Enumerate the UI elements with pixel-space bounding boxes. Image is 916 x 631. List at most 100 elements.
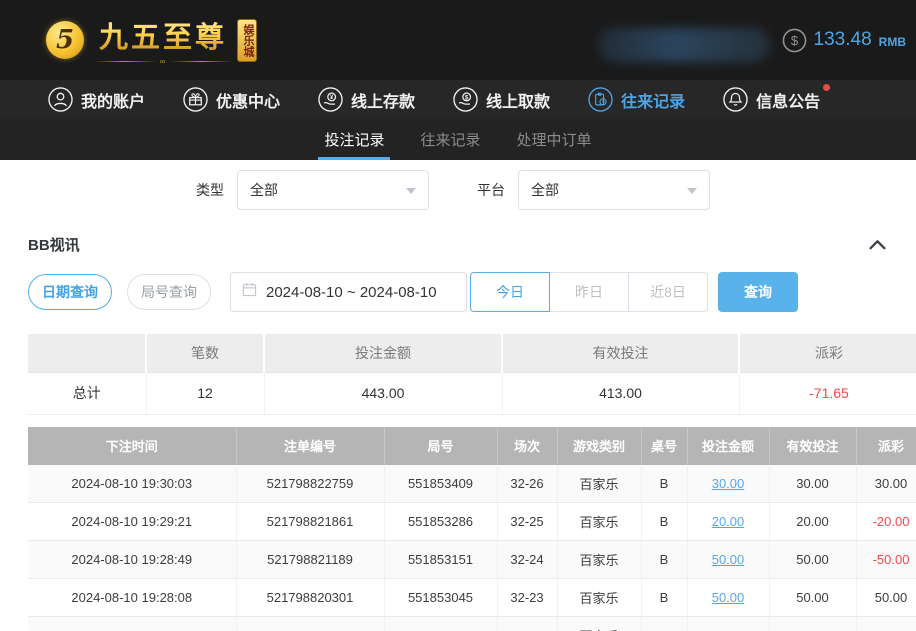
cell-game-type: 百家乐 bbox=[557, 541, 641, 579]
top-header: 5 九五至尊 ∞ 娱乐城 $ 133.48 RMB bbox=[0, 0, 916, 80]
cell-game-type: 百家乐 bbox=[557, 465, 641, 503]
cell-session: 32-24 bbox=[497, 541, 557, 579]
nav-label: 优惠中心 bbox=[216, 88, 280, 112]
cell-valid-bet: 50.00 bbox=[769, 579, 856, 617]
cell-round-no: 551853286 bbox=[384, 503, 497, 541]
cell-order-no: 521798821189 bbox=[236, 541, 384, 579]
cell-session: 32-25 bbox=[497, 503, 557, 541]
cell-bet-time: 2024-08-10 19:27:29 bbox=[28, 617, 236, 631]
section-title: BB视讯 bbox=[28, 234, 80, 255]
records-clipboard-icon bbox=[588, 87, 613, 112]
balance-currency: RMB bbox=[879, 35, 906, 49]
summary-header-bet-amount: 投注金额 bbox=[264, 334, 502, 372]
bet-amount-link[interactable]: 50.00 bbox=[712, 590, 745, 605]
nav-label: 信息公告 bbox=[756, 88, 820, 112]
nav-item-transaction-records[interactable]: 往来记录 bbox=[588, 87, 685, 112]
sub-tabs: 投注记录 往来记录 处理中订单 bbox=[0, 119, 916, 160]
col-round-no: 局号 bbox=[384, 427, 497, 465]
summary-header-count: 笔数 bbox=[146, 334, 264, 372]
records-table: 下注时间 注单编号 局号 场次 游戏类别 桌号 投注金额 有效投注 派彩 202… bbox=[28, 427, 916, 631]
record-row: 2024-08-10 19:28:08 521798820301 5518530… bbox=[28, 579, 916, 617]
cell-valid-bet: 63.00 bbox=[769, 617, 856, 631]
svg-text:$: $ bbox=[790, 33, 797, 48]
cell-session: 32-23 bbox=[497, 579, 557, 617]
tab-pending-orders[interactable]: 处理中订单 bbox=[511, 119, 598, 160]
balance[interactable]: $ 133.48 RMB bbox=[782, 0, 906, 80]
platform-filter-label: 平台 bbox=[477, 180, 505, 200]
today-button[interactable]: 今日 bbox=[470, 272, 550, 312]
record-row: 2024-08-10 19:30:03 521798822759 5518534… bbox=[28, 465, 916, 503]
platform-select-value: 全部 bbox=[531, 180, 559, 200]
records-table-wrap: 下注时间 注单编号 局号 场次 游戏类别 桌号 投注金额 有效投注 派彩 202… bbox=[28, 427, 916, 631]
summary-header-payout: 派彩 bbox=[739, 334, 916, 372]
nav-label: 往来记录 bbox=[621, 88, 685, 112]
cell-table-no: B bbox=[641, 579, 687, 617]
logo-flourish-icon: ∞ bbox=[93, 57, 233, 66]
cell-round-no: 551852937 bbox=[384, 617, 497, 631]
bet-amount-link[interactable]: 50.00 bbox=[712, 552, 745, 567]
cell-game-type: 百家乐 bbox=[557, 579, 641, 617]
bet-amount-link[interactable]: 30.00 bbox=[712, 476, 745, 491]
date-range-input[interactable]: 2024-08-10 ~ 2024-08-10 bbox=[230, 272, 467, 312]
withdraw-coin-hand-icon: $ bbox=[453, 87, 478, 112]
col-order-no: 注单编号 bbox=[236, 427, 384, 465]
bell-icon bbox=[723, 87, 748, 112]
cell-table-no: B bbox=[641, 617, 687, 631]
nav-item-announcements[interactable]: 信息公告 bbox=[723, 87, 820, 112]
cell-table-no: B bbox=[641, 541, 687, 579]
cell-order-no: 521798819439 bbox=[236, 617, 384, 631]
cell-session: 32-26 bbox=[497, 465, 557, 503]
site-logo[interactable]: 5 九五至尊 ∞ 娱乐城 bbox=[46, 14, 257, 66]
gift-icon bbox=[183, 87, 208, 112]
date-range-value: 2024-08-10 ~ 2024-08-10 bbox=[266, 284, 437, 301]
record-row: 2024-08-10 19:28:49 521798821189 5518531… bbox=[28, 541, 916, 579]
cell-valid-bet: 20.00 bbox=[769, 503, 856, 541]
calendar-icon bbox=[242, 282, 257, 302]
search-button[interactable]: 查询 bbox=[718, 272, 798, 312]
platform-select[interactable]: 全部 bbox=[518, 170, 710, 210]
cell-bet-time: 2024-08-10 19:28:49 bbox=[28, 541, 236, 579]
type-select-value: 全部 bbox=[250, 180, 278, 200]
round-query-tab[interactable]: 局号查询 bbox=[127, 274, 211, 310]
nav-item-withdraw[interactable]: $ 线上取款 bbox=[453, 87, 550, 112]
content-area: 类型 全部 平台 全部 BB视讯 日期查询 局号查询 2 bbox=[0, 160, 916, 631]
cell-table-no: B bbox=[641, 503, 687, 541]
cell-valid-bet: 50.00 bbox=[769, 541, 856, 579]
summary-payout: -71.65 bbox=[739, 372, 916, 414]
chevron-up-icon bbox=[869, 239, 886, 250]
type-filter-label: 类型 bbox=[196, 180, 224, 200]
nav-item-promotions[interactable]: 优惠中心 bbox=[183, 87, 280, 112]
col-game-type: 游戏类别 bbox=[557, 427, 641, 465]
bet-amount-link[interactable]: 20.00 bbox=[712, 514, 745, 529]
summary-count: 12 bbox=[146, 372, 264, 414]
cell-order-no: 521798821861 bbox=[236, 503, 384, 541]
yesterday-button[interactable]: 昨日 bbox=[549, 272, 629, 312]
user-icon bbox=[48, 87, 73, 112]
type-select[interactable]: 全部 bbox=[237, 170, 429, 210]
cell-round-no: 551853045 bbox=[384, 579, 497, 617]
nav-label: 线上存款 bbox=[351, 88, 415, 112]
quick-date-group: 今日 昨日 近8日 bbox=[470, 272, 708, 312]
nav-item-my-account[interactable]: 我的账户 bbox=[48, 87, 145, 112]
collapse-button[interactable] bbox=[867, 237, 888, 252]
tab-bet-records[interactable]: 投注记录 bbox=[318, 119, 390, 160]
cell-round-no: 551853409 bbox=[384, 465, 497, 503]
col-bet-time: 下注时间 bbox=[28, 427, 236, 465]
summary-header-blank bbox=[28, 334, 146, 372]
cell-round-no: 551853151 bbox=[384, 541, 497, 579]
query-toolbar: 日期查询 局号查询 2024-08-10 ~ 2024-08-10 今日 昨日 … bbox=[28, 272, 916, 312]
cell-bet-time: 2024-08-10 19:28:08 bbox=[28, 579, 236, 617]
col-valid-bet: 有效投注 bbox=[769, 427, 856, 465]
svg-text:¥: ¥ bbox=[330, 94, 334, 101]
last-8-days-button[interactable]: 近8日 bbox=[628, 272, 708, 312]
nav-item-deposit[interactable]: ¥ 线上存款 bbox=[318, 87, 415, 112]
tab-transaction-records[interactable]: 往来记录 bbox=[414, 119, 486, 160]
summary-row: 总计 12 443.00 413.00 -71.65 bbox=[28, 372, 916, 414]
filter-row: 类型 全部 平台 全部 bbox=[196, 170, 916, 210]
cell-session: 32-22 bbox=[497, 617, 557, 631]
logo-monogram: 5 bbox=[56, 25, 74, 55]
date-query-tab[interactable]: 日期查询 bbox=[28, 274, 112, 310]
username-blurred bbox=[598, 28, 770, 62]
brand-name: 九五至尊 bbox=[99, 14, 227, 56]
cell-payout: 30.00 bbox=[856, 465, 916, 503]
